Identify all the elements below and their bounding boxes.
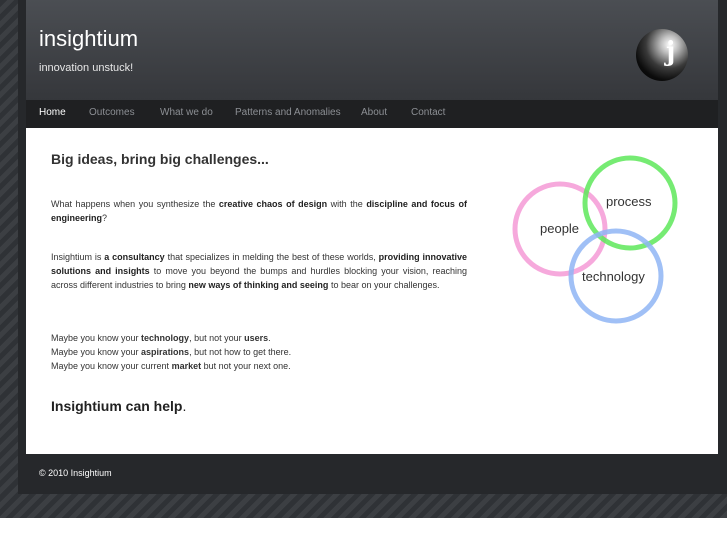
main-nav: Home Outcomes What we do Patterns and An…	[26, 100, 718, 128]
maybe-line: Maybe you know your aspirations, but not…	[51, 347, 291, 357]
text: Maybe you know your	[51, 333, 142, 343]
process-label: process	[606, 194, 652, 209]
nav-what-we-do[interactable]: What we do	[160, 107, 213, 118]
nav-outcomes[interactable]: Outcomes	[89, 107, 135, 118]
about-paragraph: Insightium is a consultancy that special…	[51, 250, 467, 292]
nav-patterns-and-anomalies[interactable]: Patterns and Anomalies	[235, 107, 341, 118]
emphasis: market	[171, 361, 202, 371]
maybe-lines: Maybe you know your technology, but not …	[51, 331, 291, 373]
site-footer: © 2010 Insightium	[26, 454, 718, 494]
emphasis: aspirations	[141, 347, 190, 357]
maybe-line: Maybe you know your technology, but not …	[51, 333, 271, 343]
emphasis: new ways of thinking and seeing	[188, 280, 329, 290]
call-to-action: Insightium can help.	[51, 398, 186, 414]
emphasis: creative chaos of design	[218, 199, 328, 209]
page-heading: Big ideas, bring big challenges...	[51, 151, 269, 167]
emphasis: a consultancy	[104, 252, 165, 262]
text: ?	[102, 213, 108, 223]
text: What happens when you synthesize the	[51, 199, 219, 209]
emphasis: users	[244, 333, 269, 343]
site-header: insightium innovation unstuck! j	[26, 0, 718, 100]
maybe-line: Maybe you know your current market but n…	[51, 361, 291, 371]
intro-paragraph: What happens when you synthesize the cre…	[51, 197, 467, 225]
logo-glyph: j	[666, 37, 676, 67]
main-content: Big ideas, bring big challenges... What …	[26, 128, 718, 454]
nav-home[interactable]: Home	[39, 107, 66, 118]
cta-tail: .	[182, 398, 187, 414]
emphasis: technology	[141, 333, 190, 343]
site-tagline: innovation unstuck!	[39, 62, 134, 74]
text: Maybe you know your	[51, 347, 142, 357]
copyright-text: © 2010 Insightium	[39, 468, 112, 478]
text: with the	[327, 199, 367, 209]
text: that specializes in melding the best of …	[164, 252, 379, 262]
text: to bear on your challenges.	[328, 280, 440, 290]
nav-contact[interactable]: Contact	[411, 107, 445, 118]
text: , but not how to get there.	[189, 347, 292, 357]
text: but not your next one.	[201, 361, 291, 371]
text: Insightium is	[51, 252, 105, 262]
text: .	[268, 333, 271, 343]
nav-about[interactable]: About	[361, 107, 387, 118]
cta-emphasis: Insightium can help	[51, 398, 183, 414]
people-label: people	[540, 221, 579, 236]
technology-label: technology	[582, 269, 645, 284]
site-title[interactable]: insightium	[39, 26, 138, 52]
logo-orb-icon[interactable]: j	[636, 29, 688, 81]
text: , but not your	[189, 333, 245, 343]
venn-diagram: people process technology	[512, 155, 678, 324]
text: Maybe you know your current	[51, 361, 172, 371]
